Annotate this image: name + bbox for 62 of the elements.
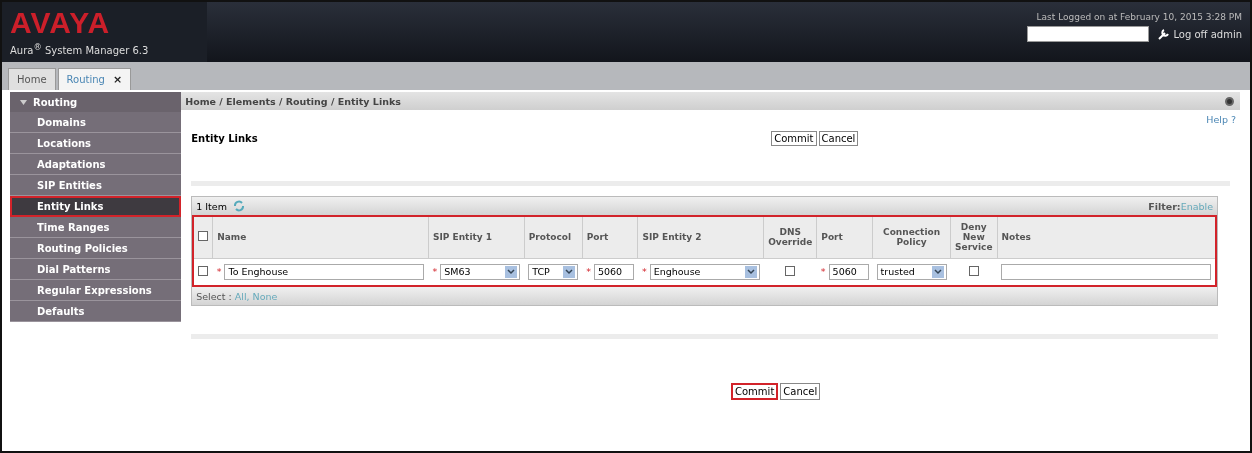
- chevron-down-icon: [744, 265, 757, 278]
- column-header: SIP Entity 1: [428, 216, 525, 258]
- settings-icon[interactable]: [1225, 96, 1234, 106]
- search-field[interactable]: [1027, 26, 1150, 42]
- column-header: DNS Override: [763, 216, 817, 258]
- wrench-icon: [1157, 28, 1170, 40]
- checkbox[interactable]: [968, 265, 979, 276]
- column-header: Deny New Service: [950, 216, 997, 258]
- sidebar-header[interactable]: Routing: [10, 92, 182, 112]
- sidebar-item[interactable]: Time Ranges: [10, 217, 182, 238]
- checkbox[interactable]: [198, 265, 209, 276]
- logoff-link[interactable]: Log off admin: [1157, 28, 1242, 40]
- last-login-text: Last Logged on at February 10, 2015 3:28 PM: [1036, 12, 1242, 22]
- caret-icon: [20, 99, 27, 105]
- breadcrumb: Home / Elements / Routing / Entity Links: [185, 95, 401, 107]
- column-header: Connection Policy: [872, 216, 951, 258]
- filter-label: Filter:Enable: [1148, 200, 1213, 212]
- column-header: Notes: [997, 216, 1216, 258]
- tab[interactable]: Routing ×: [57, 68, 132, 90]
- column-header: Name: [212, 216, 429, 258]
- column-header: Port: [582, 216, 638, 258]
- select-label: Select :: [196, 290, 232, 302]
- dropdown[interactable]: trusted: [876, 263, 947, 280]
- text-field[interactable]: 5060: [593, 263, 634, 280]
- dropdown[interactable]: SM63: [440, 263, 521, 280]
- chevron-down-icon: [563, 265, 576, 278]
- sidebar-item[interactable]: Domains: [10, 112, 182, 133]
- sidebar-item[interactable]: Dial Patterns: [10, 259, 182, 280]
- column-header: Port: [816, 216, 873, 258]
- sidebar-item[interactable]: Entity Links: [10, 196, 182, 217]
- sidebar-item[interactable]: Routing Policies: [10, 238, 182, 259]
- sidebar-item[interactable]: Locations: [10, 133, 182, 154]
- chevron-down-icon: [931, 265, 944, 278]
- required-mark: *: [586, 266, 591, 278]
- text-field[interactable]: 5060: [828, 263, 869, 280]
- form-button[interactable]: Commit: [731, 383, 779, 400]
- help-link[interactable]: Help ?: [1206, 114, 1236, 125]
- dropdown[interactable]: Enghouse: [649, 263, 760, 280]
- required-mark: *: [216, 266, 222, 278]
- checkbox[interactable]: [785, 265, 796, 276]
- item-count: 1 Item: [196, 200, 245, 212]
- chevron-down-icon: [505, 265, 518, 278]
- sidebar-item[interactable]: Adaptations: [10, 154, 182, 175]
- column-header: Protocol: [524, 216, 583, 258]
- logo: AVAYA: [10, 8, 112, 38]
- required-mark: *: [641, 266, 647, 278]
- sidebar-item[interactable]: Defaults: [10, 301, 182, 322]
- column-header: SIP Entity 2: [637, 216, 764, 258]
- sidebar-item[interactable]: Regular Expressions: [10, 280, 182, 301]
- required-mark: *: [432, 266, 438, 278]
- text-field[interactable]: [1001, 263, 1211, 280]
- tab[interactable]: Home: [8, 68, 56, 90]
- page-title: Entity Links: [191, 132, 259, 144]
- required-mark: *: [820, 266, 826, 278]
- checkbox[interactable]: [198, 231, 209, 242]
- form-button[interactable]: Commit: [771, 130, 817, 146]
- form-button[interactable]: Cancel: [818, 130, 859, 146]
- close-icon[interactable]: ×: [112, 73, 123, 86]
- product-name: Aura$^{®}$ System Manager 6.3: [10, 42, 150, 57]
- form-button[interactable]: Cancel: [780, 383, 821, 400]
- text-field[interactable]: To Enghouse: [224, 263, 425, 280]
- dropdown[interactable]: TCP: [528, 263, 579, 280]
